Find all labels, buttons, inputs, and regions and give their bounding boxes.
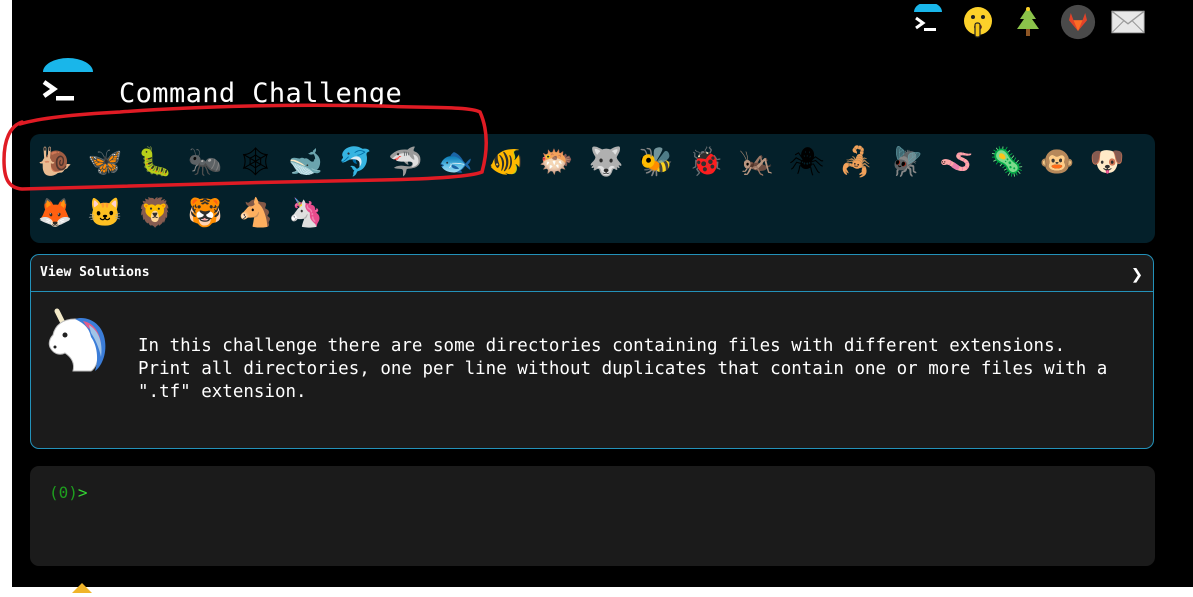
christmas-tree-icon[interactable] — [1010, 4, 1046, 40]
terminal-prompt: (0)> — [49, 483, 88, 502]
animal-dog-icon[interactable]: 🐶 — [1089, 144, 1125, 180]
challenge-animal-grid: 🐌 🦋 🐛 🐜 🕸 🐋 🐬 🦈 🐟 🐠 🐡 🐺 🐝 🐞 🦗 🕷 🦂 🪰 🪱 🦠 🐵 🐶 🦊 🐱 🦁 🐯 🐴 🦄 — [30, 134, 1155, 243]
top-nav-icons — [910, 0, 1160, 44]
animal-butterfly-icon[interactable]: 🦋 — [87, 144, 123, 180]
animal-worm-icon[interactable]: 🪱 — [939, 144, 975, 180]
animal-bee-icon[interactable]: 🐝 — [638, 144, 674, 180]
animal-dolphin-icon[interactable]: 🐬 — [338, 144, 374, 180]
animal-ladybug-icon[interactable]: 🐞 — [688, 144, 724, 180]
animal-unicorn-icon[interactable]: 🦄 — [288, 195, 324, 231]
page-background: Command Challenge 🐌 🦋 🐛 🐜 🕸 🐋 🐬 🦈 🐟 🐠 🐡 🐺 🐝 🐞 🦗 🕷 🦂 🪰 🪱 🦠 🐵 🐶… — [12, 0, 1193, 593]
animal-spider-icon[interactable]: 🕷 — [789, 144, 825, 180]
terminal-logo-icon[interactable] — [40, 58, 96, 114]
animal-cat-icon[interactable]: 🐱 — [87, 195, 123, 231]
animal-tropical-fish-icon[interactable]: 🐠 — [488, 144, 524, 180]
animal-cricket-icon[interactable]: 🦗 — [738, 144, 774, 180]
unicorn-icon — [43, 305, 109, 373]
animal-blowfish-icon[interactable]: 🐡 — [538, 144, 574, 180]
terminal-input-area[interactable]: (0)> — [30, 466, 1155, 566]
animal-fish-icon[interactable]: 🐟 — [438, 144, 474, 180]
prompt-exit-code: (0) — [49, 483, 78, 502]
animal-wolf-icon[interactable]: 🐺 — [588, 144, 624, 180]
animal-spider-web-icon[interactable]: 🕸 — [237, 144, 274, 180]
view-solutions-panel: View Solutions ❯ In this challenge there… — [30, 254, 1154, 449]
challenge-description: In this challenge there are some directo… — [138, 336, 1108, 402]
animal-lion-icon[interactable]: 🦁 — [137, 195, 173, 231]
chevron-right-icon[interactable]: ❯ — [1131, 262, 1143, 286]
animal-whale-icon[interactable]: 🐋 — [288, 144, 324, 180]
animal-ant-icon[interactable]: 🐜 — [187, 144, 223, 180]
envelope-icon[interactable] — [1110, 4, 1146, 40]
animal-horse-icon[interactable]: 🐴 — [237, 195, 273, 231]
view-solutions-header[interactable]: View Solutions ❯ — [31, 255, 1153, 292]
animal-tiger-icon[interactable]: 🐯 — [187, 195, 223, 231]
animal-microbe-icon[interactable]: 🦠 — [989, 144, 1025, 180]
page-title: Command Challenge — [119, 78, 403, 109]
animal-shark-icon[interactable]: 🦈 — [388, 144, 424, 180]
animal-snail-icon[interactable]: 🐌 — [37, 144, 73, 180]
animal-fly-icon[interactable]: 🪰 — [889, 144, 925, 180]
partial-icon — [70, 578, 94, 593]
prompt-arrow: > — [77, 483, 88, 502]
gitlab-icon[interactable] — [1060, 4, 1096, 40]
view-solutions-label: View Solutions — [40, 265, 150, 280]
animal-monkey-icon[interactable]: 🐵 — [1039, 144, 1075, 180]
terminal-logo-icon[interactable] — [910, 4, 946, 40]
animal-scorpion-icon[interactable]: 🦂 — [839, 144, 875, 180]
shushing-face-icon[interactable] — [960, 4, 996, 40]
animal-caterpillar-icon[interactable]: 🐛 — [137, 144, 173, 180]
animal-fox-icon[interactable]: 🦊 — [37, 195, 73, 231]
